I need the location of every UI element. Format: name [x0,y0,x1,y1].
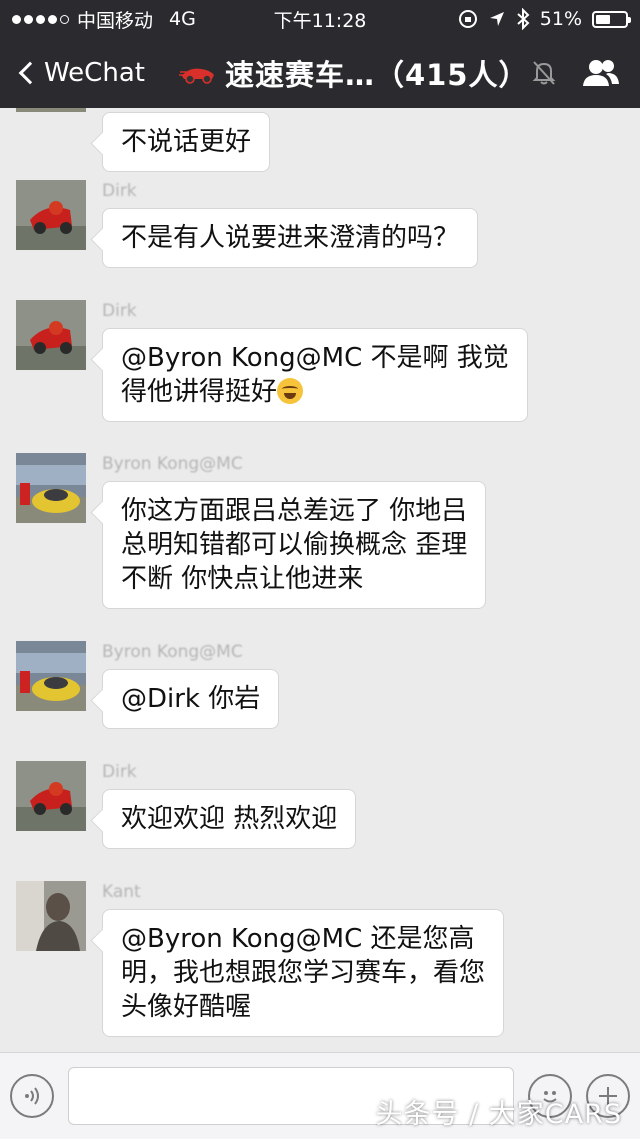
carrier-name: 中国移动 [77,9,154,32]
chat-title-text: 速速赛车…（415人） [224,58,529,92]
message-bubble[interactable]: @Dirk 你岩 [102,669,280,729]
avatar[interactable] [16,641,86,711]
message-line: 总明知错都可以偷换概念 歪理 [121,530,468,560]
message-line: 头像好酷喔 [121,992,252,1022]
laughing-tears-emoji-icon [277,378,304,404]
message-line: 欢迎欢迎 热烈欢迎 [121,804,338,834]
sender-name: Dirk [102,301,137,321]
network-type: 4G [169,8,196,30]
sender-name: Byron Kong@MC [102,454,243,474]
sender-name: Kant [102,882,141,902]
group-members-icon[interactable] [582,58,620,88]
message-bubble[interactable]: 不是有人说要进来澄清的吗？ [102,208,479,268]
message-line: 不说话更好 [121,127,252,157]
signal-strength-icon [12,14,69,24]
avatar[interactable] [16,761,86,831]
message-line: 你这方面跟吕总差远了 你地吕 [121,496,468,526]
sender-name: Dirk [102,762,137,782]
voice-input-button[interactable] [10,1074,54,1118]
sender-name: Dirk [102,181,137,201]
message-line: 不是有人说要进来澄清的吗？ [121,223,460,253]
message-bubble[interactable]: 欢迎欢迎 热烈欢迎 [102,789,357,849]
chat-title: 速速赛车…（415人） [178,52,529,94]
nav-bar: WeChat 速速赛车…（415人） [0,38,640,108]
status-bar: 中国移动 4G 下午11:28 51% [0,0,640,38]
bluetooth-icon [517,8,530,30]
battery-icon [592,10,631,28]
chevron-left-icon [18,61,42,85]
orientation-lock-icon [458,10,477,28]
avatar[interactable] [16,180,86,250]
mute-bell-icon [532,61,556,85]
message-line: 得他讲得挺好 [121,375,509,409]
message-bubble[interactable]: 不说话更好 [102,112,271,172]
battery-percent: 51% [539,8,582,30]
message-bubble[interactable]: @Byron Kong@MC 不是啊 我觉 得他讲得挺好 [102,328,528,422]
avatar[interactable] [16,108,86,112]
message-line: 明，我也想跟您学习赛车，看您 [121,958,486,988]
message-bubble[interactable]: @Byron Kong@MC 还是您高 明，我也想跟您学习赛车，看您 头像好酷喔 [102,909,505,1037]
message-bubble[interactable]: 你这方面跟吕总差远了 你地吕 总明知错都可以偷换概念 歪理 不断 你快点让他进来 [102,481,487,609]
back-button[interactable]: WeChat [0,58,145,88]
voice-icon [25,1087,39,1105]
avatar[interactable] [16,453,86,523]
back-label: WeChat [44,58,145,88]
avatar[interactable] [16,881,86,951]
avatar[interactable] [16,300,86,370]
message-line: @Byron Kong@MC 不是啊 我觉 [121,343,509,373]
message-line: @Dirk 你岩 [121,684,261,714]
message-line: @Byron Kong@MC 还是您高 [121,924,475,954]
watermark: 头条号 / 大家CARS [375,1099,622,1130]
race-car-logo-icon [178,68,214,84]
message-line: 不断 你快点让他进来 [121,564,364,594]
sender-name: Byron Kong@MC [102,642,243,662]
chat-message-list[interactable]: 不说话更好 Dirk 不是有人说要进来澄清的吗？ Dirk @Byron Kon… [0,108,640,1052]
location-arrow-icon [489,12,504,26]
